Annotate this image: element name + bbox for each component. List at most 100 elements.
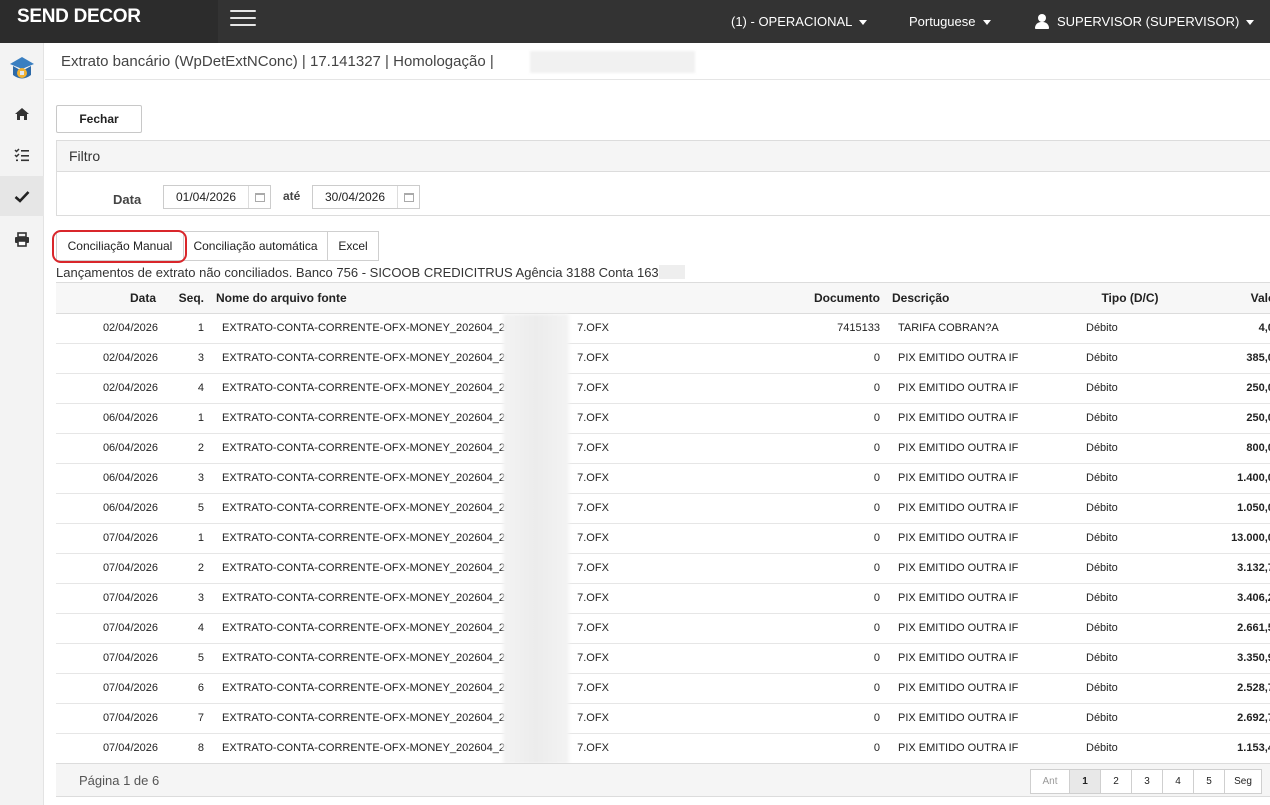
sidebar-item-reconcile[interactable] [0, 176, 44, 216]
page-button-4[interactable]: 4 [1162, 769, 1194, 794]
cell-file: EXTRATO-CONTA-CORRENTE-OFX-MONEY_202604_… [210, 343, 782, 374]
cell-date: 07/04/2026 [56, 523, 162, 554]
cell-document: 0 [782, 553, 886, 584]
table-row[interactable]: 07/04/2026 1 EXTRATO-CONTA-CORRENTE-OFX-MO… [56, 523, 1270, 554]
user-icon [1035, 14, 1049, 29]
cell-seq: 1 [162, 403, 210, 434]
prev-page-button[interactable]: Ant [1030, 769, 1070, 794]
brand-logo[interactable]: SEND DECOR [0, 0, 218, 43]
cell-description: PIX EMITIDO OUTRA IF [886, 703, 1074, 734]
manual-reconcile-label: Conciliação Manual [67, 239, 173, 253]
page-button-3[interactable]: 3 [1131, 769, 1163, 794]
file-name-suffix: 7.OFX [577, 652, 609, 664]
date-label: Data [113, 192, 142, 207]
table-row[interactable]: 07/04/2026 7 EXTRATO-CONTA-CORRENTE-OFX-MO… [56, 703, 1270, 734]
file-name-prefix: EXTRATO-CONTA-CORRENTE-OFX-MONEY_202604_… [222, 442, 512, 454]
col-header-description[interactable]: Descrição [886, 283, 1074, 314]
table-row[interactable]: 07/04/2026 6 EXTRATO-CONTA-CORRENTE-OFX-MO… [56, 673, 1270, 704]
cell-value: 3.132,72 [1186, 553, 1270, 584]
cell-file: EXTRATO-CONTA-CORRENTE-OFX-MONEY_202604_… [210, 403, 782, 434]
language-dropdown[interactable]: Portuguese [909, 0, 991, 43]
pagination: Ant 1 2 3 4 5 Seg [1030, 769, 1262, 794]
user-dropdown[interactable]: SUPERVISOR (SUPERVISOR) [1035, 0, 1255, 43]
file-name-prefix: EXTRATO-CONTA-CORRENTE-OFX-MONEY_202604_… [222, 622, 512, 634]
excel-button[interactable]: Excel [327, 231, 379, 261]
cell-value: 2.692,72 [1186, 703, 1270, 734]
file-name-suffix: 7.OFX [577, 592, 609, 604]
manual-reconcile-button[interactable]: Conciliação Manual [52, 230, 187, 263]
table-row[interactable]: 02/04/2026 4 EXTRATO-CONTA-CORRENTE-OFX-MO… [56, 373, 1270, 404]
close-button[interactable]: Fechar [56, 105, 142, 133]
date-to-value[interactable]: 30/04/2026 [313, 186, 397, 208]
date-to-field[interactable]: 30/04/2026 [312, 185, 420, 209]
cell-date: 07/04/2026 [56, 733, 162, 763]
table-row[interactable]: 07/04/2026 2 EXTRATO-CONTA-CORRENTE-OFX-MO… [56, 553, 1270, 584]
cell-document: 0 [782, 703, 886, 734]
cell-date: 06/04/2026 [56, 403, 162, 434]
auto-reconcile-button[interactable]: Conciliação automática [183, 231, 328, 261]
cell-file: EXTRATO-CONTA-CORRENTE-OFX-MONEY_202604_… [210, 553, 782, 584]
sidebar-item-logo[interactable] [0, 47, 44, 91]
cell-document: 0 [782, 403, 886, 434]
hamburger-menu-icon[interactable] [230, 10, 256, 28]
table-row[interactable]: 02/04/2026 3 EXTRATO-CONTA-CORRENTE-OFX-MO… [56, 343, 1270, 374]
col-header-value[interactable]: Valor [1186, 283, 1270, 314]
table-row[interactable]: 07/04/2026 4 EXTRATO-CONTA-CORRENTE-OFX-MO… [56, 613, 1270, 644]
table-row[interactable]: 06/04/2026 2 EXTRATO-CONTA-CORRENTE-OFX-MO… [56, 433, 1270, 464]
file-name-prefix: EXTRATO-CONTA-CORRENTE-OFX-MONEY_202604_… [222, 352, 512, 364]
calendar-icon[interactable] [248, 186, 270, 208]
col-header-seq[interactable]: Seq. [162, 283, 210, 314]
date-from-field[interactable]: 01/04/2026 [163, 185, 271, 209]
cell-type: Débito [1074, 613, 1186, 644]
table-caption-text: Lançamentos de extrato não conciliados. … [56, 265, 659, 280]
cell-document: 0 [782, 583, 886, 614]
page-button-1[interactable]: 1 [1069, 769, 1101, 794]
table-row[interactable]: 06/04/2026 1 EXTRATO-CONTA-CORRENTE-OFX-MO… [56, 403, 1270, 434]
file-name-prefix: EXTRATO-CONTA-CORRENTE-OFX-MONEY_202604_… [222, 472, 512, 484]
table-row[interactable]: 07/04/2026 8 EXTRATO-CONTA-CORRENTE-OFX-MO… [56, 733, 1270, 763]
cell-description: PIX EMITIDO OUTRA IF [886, 583, 1074, 614]
next-page-button[interactable]: Seg [1224, 769, 1262, 794]
cell-file: EXTRATO-CONTA-CORRENTE-OFX-MONEY_202604_… [210, 373, 782, 404]
col-header-date[interactable]: Data [56, 283, 162, 314]
col-header-file[interactable]: Nome do arquivo fonte [210, 283, 782, 314]
cell-date: 02/04/2026 [56, 313, 162, 344]
cell-value: 3.406,24 [1186, 583, 1270, 614]
table-row[interactable]: 07/04/2026 3 EXTRATO-CONTA-CORRENTE-OFX-MO… [56, 583, 1270, 614]
cell-seq: 2 [162, 553, 210, 584]
page-button-5[interactable]: 5 [1193, 769, 1225, 794]
cell-document: 0 [782, 493, 886, 524]
cell-value: 4,00 [1186, 313, 1270, 344]
cell-value: 1.050,00 [1186, 493, 1270, 524]
cell-date: 07/04/2026 [56, 643, 162, 674]
cell-value: 800,00 [1186, 433, 1270, 464]
language-label: Portuguese [909, 14, 976, 29]
col-header-document[interactable]: Documento [782, 283, 886, 314]
table-header-row: Data Seq. Nome do arquivo fonte Document… [56, 283, 1270, 314]
cell-description: TARIFA COBRAN?A [886, 313, 1074, 344]
table-row[interactable]: 07/04/2026 5 EXTRATO-CONTA-CORRENTE-OFX-MO… [56, 643, 1270, 674]
company-dropdown[interactable]: (1) - OPERACIONAL [731, 0, 868, 43]
table-row[interactable]: 06/04/2026 5 EXTRATO-CONTA-CORRENTE-OFX-MO… [56, 493, 1270, 524]
cell-document: 0 [782, 463, 886, 494]
sidebar-item-home[interactable] [0, 94, 44, 134]
cell-type: Débito [1074, 733, 1186, 763]
file-name-suffix: 7.OFX [577, 532, 609, 544]
table-row[interactable]: 02/04/2026 1 EXTRATO-CONTA-CORRENTE-OFX-MO… [56, 313, 1270, 344]
sidebar-item-tasks[interactable] [0, 135, 44, 175]
cell-file: EXTRATO-CONTA-CORRENTE-OFX-MONEY_202604_… [210, 433, 782, 464]
cell-description: PIX EMITIDO OUTRA IF [886, 433, 1074, 464]
date-from-value[interactable]: 01/04/2026 [164, 186, 248, 208]
redacted-column [503, 314, 569, 763]
calendar-icon[interactable] [397, 186, 419, 208]
cell-seq: 5 [162, 493, 210, 524]
cell-value: 250,00 [1186, 373, 1270, 404]
printer-icon [15, 231, 29, 247]
file-name-prefix: EXTRATO-CONTA-CORRENTE-OFX-MONEY_202604_… [222, 682, 512, 694]
sidebar-item-print[interactable] [0, 219, 44, 259]
file-name-prefix: EXTRATO-CONTA-CORRENTE-OFX-MONEY_202604_… [222, 652, 512, 664]
table-footer: Página 1 de 6 Ant 1 2 3 4 5 Seg [56, 763, 1270, 797]
page-button-2[interactable]: 2 [1100, 769, 1132, 794]
table-row[interactable]: 06/04/2026 3 EXTRATO-CONTA-CORRENTE-OFX-MO… [56, 463, 1270, 494]
col-header-type[interactable]: Tipo (D/C) [1074, 283, 1186, 314]
